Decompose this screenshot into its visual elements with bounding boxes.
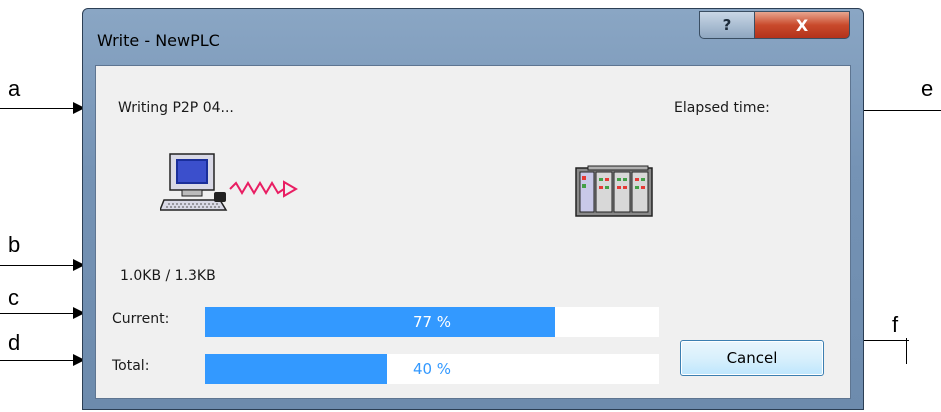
callout-f: f	[892, 312, 899, 337]
current-label: Current:	[112, 311, 170, 327]
callout-b-line	[0, 265, 74, 266]
close-button[interactable]: X	[754, 11, 850, 39]
elapsed-time-label: Elapsed time:	[674, 100, 770, 116]
callout-b: b	[8, 232, 21, 257]
dialog-body: Writing P2P 04... Elapsed time: 1.0KB / …	[95, 65, 851, 399]
computer-icon	[160, 153, 228, 211]
callout-a: a	[8, 76, 21, 101]
callout-c: c	[8, 285, 19, 310]
signal-arrow-icon	[229, 180, 298, 198]
callout-d: d	[8, 330, 21, 355]
plc-device-icon	[575, 165, 653, 217]
transfer-size-text: 1.0KB / 1.3KB	[120, 268, 216, 284]
help-button[interactable]: ?	[699, 11, 755, 39]
callout-a-line	[0, 108, 74, 109]
title-bar[interactable]: Write - NewPLC ? X	[83, 9, 863, 65]
write-progress-dialog: Write - NewPLC ? X Writing P2P 04... Ela…	[82, 8, 864, 410]
total-progress-percent: 40 %	[412, 360, 452, 378]
total-progress-bar: 40 %	[205, 354, 659, 384]
callout-f-riser	[906, 338, 907, 364]
callout-c-line	[0, 313, 74, 314]
callout-d-line	[0, 360, 74, 361]
total-label: Total:	[112, 358, 150, 374]
window-title: Write - NewPLC	[97, 31, 220, 50]
status-text: Writing P2P 04...	[118, 100, 234, 116]
cancel-button[interactable]: Cancel	[680, 340, 824, 376]
callout-e: e	[921, 76, 934, 101]
current-progress-percent: 77 %	[412, 313, 452, 331]
current-progress-bar: 77 %	[205, 307, 659, 337]
